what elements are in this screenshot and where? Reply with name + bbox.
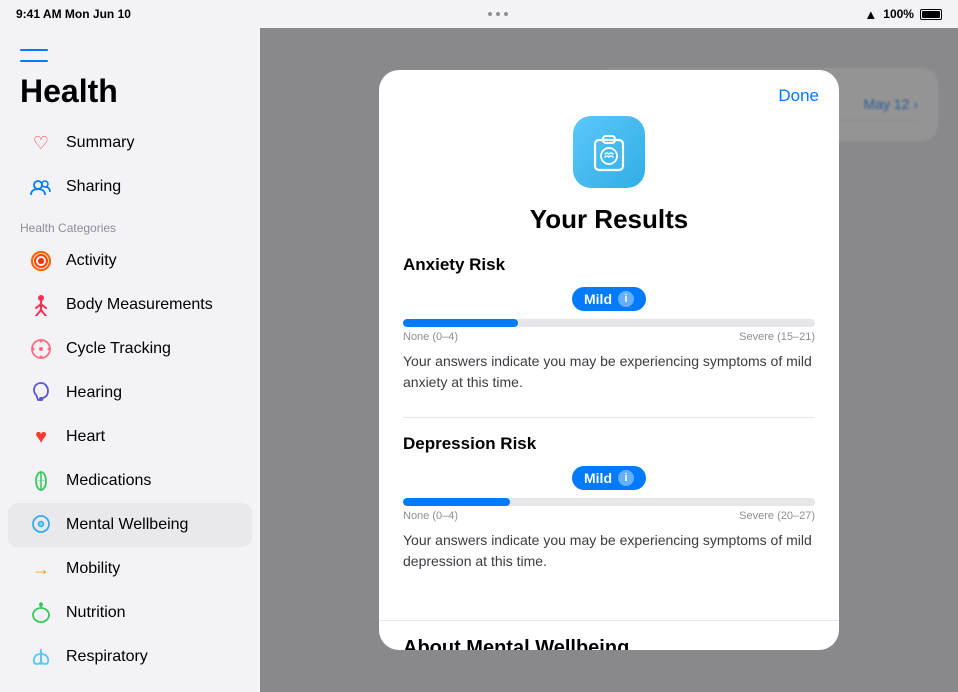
about-section: About Mental Wellbeing	[379, 620, 839, 650]
anxiety-risk-section: Anxiety Risk Mild i	[403, 255, 815, 393]
mobility-icon: →	[28, 556, 54, 582]
sidebar-item-heart[interactable]: ♥ Heart	[8, 415, 252, 459]
depression-info-icon[interactable]: i	[618, 470, 634, 486]
respiratory-icon	[28, 644, 54, 670]
sidebar-item-cycle-tracking[interactable]: Cycle Tracking	[8, 327, 252, 371]
modal-overlay: Done	[260, 28, 958, 692]
sidebar-header: Health	[0, 44, 260, 121]
modal-header: Done	[379, 70, 839, 106]
about-title: About Mental Wellbeing	[403, 637, 815, 650]
categories-section-label: Health Categories	[0, 209, 260, 239]
top-dots	[488, 12, 508, 16]
anxiety-progress-bar-fill	[403, 319, 518, 327]
sidebar-item-mental-wellbeing[interactable]: Mental Wellbeing	[8, 503, 252, 547]
status-indicators: ▲ 100%	[864, 7, 942, 22]
depression-description: Your answers indicate you may be experie…	[403, 530, 815, 572]
depression-progress-labels: None (0–4) Severe (20–27)	[403, 510, 815, 522]
medications-icon	[28, 468, 54, 494]
mobility-label: Mobility	[66, 560, 120, 578]
status-time: 9:41 AM Mon Jun 10	[16, 7, 131, 21]
battery-level: 100%	[883, 7, 914, 21]
mental-wellbeing-icon	[28, 512, 54, 538]
medications-label: Medications	[66, 472, 151, 490]
nutrition-icon	[28, 600, 54, 626]
sidebar-item-activity[interactable]: Activity	[8, 239, 252, 283]
hearing-label: Hearing	[66, 384, 122, 402]
hearing-icon	[28, 380, 54, 406]
section-divider	[403, 417, 815, 418]
sidebar-toggle-button[interactable]	[20, 44, 48, 66]
anxiety-right-label: Severe (15–21)	[739, 331, 815, 343]
depression-mild-badge: Mild i	[572, 466, 646, 490]
done-button[interactable]: Done	[778, 86, 819, 106]
wifi-icon: ▲	[864, 7, 877, 22]
depression-badge-label: Mild	[584, 470, 612, 486]
sidebar: Health ♡ Summary Sharing Health Categori…	[0, 28, 260, 692]
body-measurements-label: Body Measurements	[66, 296, 213, 314]
anxiety-badge-label: Mild	[584, 291, 612, 307]
anxiety-progress-container	[403, 319, 815, 327]
mental-wellbeing-label: Mental Wellbeing	[66, 516, 188, 534]
modal-icon-area	[379, 106, 839, 204]
summary-label: Summary	[66, 134, 134, 152]
sidebar-item-body-measurements[interactable]: Body Measurements	[8, 283, 252, 327]
sidebar-item-sharing[interactable]: Sharing	[8, 165, 252, 209]
depression-right-label: Severe (20–27)	[739, 510, 815, 522]
sidebar-item-sleep[interactable]: Sleep	[8, 679, 252, 692]
sidebar-item-nutrition[interactable]: Nutrition	[8, 591, 252, 635]
body-measurements-icon	[28, 292, 54, 318]
sleep-icon	[28, 688, 54, 692]
heart-icon: ♥	[28, 424, 54, 450]
anxiety-left-label: None (0–4)	[403, 331, 458, 343]
depression-badge-row: Mild i	[403, 466, 815, 490]
sharing-icon	[28, 174, 54, 200]
app-container: Health ♡ Summary Sharing Health Categori…	[0, 28, 958, 692]
sharing-label: Sharing	[66, 178, 121, 196]
depression-progress-container	[403, 498, 815, 506]
battery-icon	[920, 9, 942, 20]
cycle-tracking-label: Cycle Tracking	[66, 340, 171, 358]
depression-progress-bar-fill	[403, 498, 510, 506]
app-title: Health	[20, 74, 240, 109]
anxiety-info-icon[interactable]: i	[618, 291, 634, 307]
results-modal: Done	[379, 70, 839, 650]
depression-left-label: None (0–4)	[403, 510, 458, 522]
depression-risk-section: Depression Risk Mild i	[403, 434, 815, 572]
mental-wellbeing-modal-icon	[573, 116, 645, 188]
sidebar-item-summary[interactable]: ♡ Summary	[8, 121, 252, 165]
anxiety-mild-badge: Mild i	[572, 287, 646, 311]
main-content: Risk May 12 › Done	[260, 28, 958, 692]
sidebar-item-mobility[interactable]: → Mobility	[8, 547, 252, 591]
anxiety-risk-title: Anxiety Risk	[403, 255, 815, 275]
status-bar: 9:41 AM Mon Jun 10 ▲ 100%	[0, 0, 958, 28]
modal-title: Your Results	[379, 204, 839, 255]
depression-risk-title: Depression Risk	[403, 434, 815, 454]
modal-body: Anxiety Risk Mild i	[379, 255, 839, 620]
sidebar-item-hearing[interactable]: Hearing	[8, 371, 252, 415]
anxiety-progress-bar-bg	[403, 319, 815, 327]
cycle-tracking-icon	[28, 336, 54, 362]
anxiety-badge-row: Mild i	[403, 287, 815, 311]
heart-label: Heart	[66, 428, 105, 446]
sidebar-item-medications[interactable]: Medications	[8, 459, 252, 503]
anxiety-description: Your answers indicate you may be experie…	[403, 351, 815, 393]
activity-label: Activity	[66, 252, 117, 270]
nutrition-label: Nutrition	[66, 604, 126, 622]
heart-outline-icon: ♡	[28, 130, 54, 156]
respiratory-label: Respiratory	[66, 648, 148, 666]
activity-icon	[28, 248, 54, 274]
sidebar-item-respiratory[interactable]: Respiratory	[8, 635, 252, 679]
anxiety-progress-labels: None (0–4) Severe (15–21)	[403, 331, 815, 343]
depression-progress-bar-bg	[403, 498, 815, 506]
